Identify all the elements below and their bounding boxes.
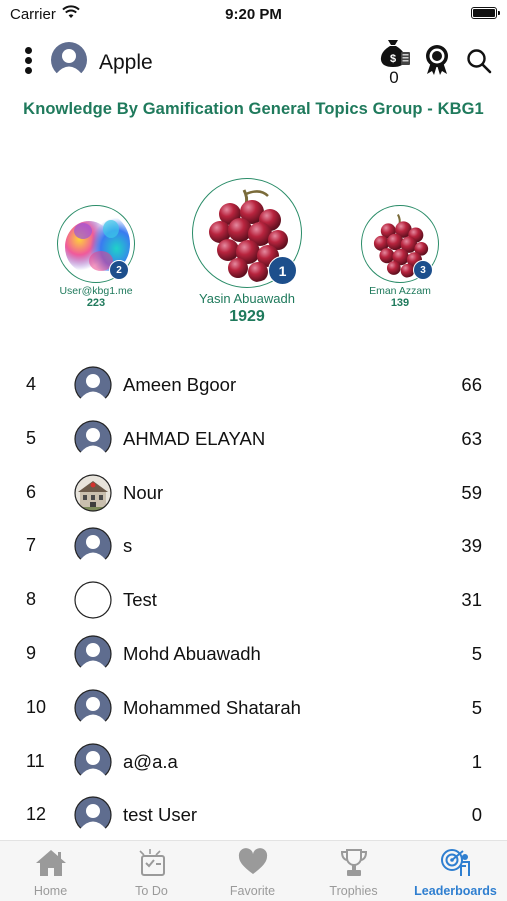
row-rank: 12 [26, 804, 47, 825]
podium-second-place[interactable]: 2 User@kbg1.me 223 [36, 205, 156, 309]
leaderboard-row[interactable]: 5 AHMAD ELAYAN 63 [0, 412, 507, 466]
person-icon [74, 796, 112, 839]
target-icon [404, 848, 507, 878]
empty-avatar [74, 581, 112, 624]
podium-name: Eman Azzam [369, 285, 431, 297]
clock: 9:20 PM [225, 6, 282, 23]
row-name: test User [123, 804, 198, 826]
tab-trophies[interactable]: Trophies [303, 841, 404, 901]
podium-score: 1929 [229, 308, 265, 325]
podium-score: 139 [390, 297, 410, 309]
award-ribbon-icon[interactable] [424, 44, 450, 81]
svg-text:$: $ [390, 53, 396, 65]
podium-name: User@kbg1.me [59, 285, 133, 297]
podium-avatar: 1 [192, 178, 302, 288]
rank-badge: 1 [268, 256, 297, 285]
row-name: Mohammed Shatarah [123, 696, 301, 718]
rank-badge: 2 [109, 260, 129, 280]
row-rank: 7 [26, 535, 37, 556]
row-name: Mohd Abuawadh [123, 642, 261, 664]
person-icon [74, 689, 112, 732]
row-rank: 6 [26, 481, 37, 502]
leaderboard-row[interactable]: 6 Nour 59 [0, 466, 507, 520]
row-rank: 5 [26, 427, 37, 448]
row-rank: 8 [26, 589, 37, 610]
todo-icon [101, 848, 202, 878]
podium-avatar: 2 [57, 205, 135, 283]
row-rank: 11 [26, 750, 45, 771]
person-icon [74, 635, 112, 678]
row-score: 31 [461, 589, 482, 611]
leaderboard-row[interactable]: 7 s 39 [0, 519, 507, 573]
row-score: 66 [461, 374, 482, 395]
row-score: 5 [471, 696, 482, 718]
home-icon [0, 848, 101, 878]
row-name: Ameen Bgoor [123, 374, 237, 395]
status-bar: Carrier 9:20 PM [0, 0, 507, 30]
row-name: Test [123, 589, 157, 611]
tab-favorite[interactable]: Favorite [202, 841, 303, 901]
person-icon [74, 527, 112, 570]
leaderboard-row[interactable]: 12 test User 0 [0, 788, 507, 842]
profile-avatar[interactable] [50, 41, 88, 84]
row-score: 63 [461, 427, 482, 449]
row-rank: 4 [26, 374, 37, 394]
more-menu-icon[interactable] [20, 45, 36, 77]
tab-bar: Home To Do Favorite Trophies Leaderboard… [0, 840, 507, 901]
leaderboard-list: 4 Ameen Bgoor 66 5 AHMAD ELAYAN 63 6 Nou… [0, 358, 507, 842]
podium-third-place[interactable]: 3 Eman Azzam 139 [340, 205, 460, 309]
row-score: 39 [461, 535, 482, 557]
row-name: AHMAD ELAYAN [123, 427, 266, 449]
tab-label: Favorite [229, 884, 276, 898]
tab-leaderboards[interactable]: Leaderboards [404, 841, 507, 901]
leaderboard-row[interactable]: 8 Test 31 [0, 573, 507, 627]
tab-home[interactable]: Home [0, 841, 101, 901]
person-icon [74, 742, 112, 786]
leaderboard-row[interactable]: 10 Mohammed Shatarah 5 [0, 681, 507, 735]
coins-count: 0 [389, 68, 399, 87]
tab-label: Home [33, 884, 68, 898]
leaderboard-row[interactable]: 4 Ameen Bgoor 66 [0, 358, 507, 412]
header: Apple $ 0 [0, 36, 507, 96]
row-score: 5 [471, 642, 482, 664]
row-name: a@a.a [123, 750, 178, 772]
row-rank: 10 [26, 696, 47, 717]
podium-score: 223 [86, 297, 106, 309]
row-name: s [123, 535, 133, 557]
row-score: 1 [471, 750, 482, 772]
podium-first-place[interactable]: 1 Yasin Abuawadh 1929 [167, 178, 327, 326]
battery-icon [471, 7, 500, 19]
person-icon [74, 366, 112, 409]
row-rank: 9 [26, 642, 37, 663]
username-label: Apple [99, 51, 153, 74]
money-bag-icon: $ [380, 40, 410, 67]
podium-name: Yasin Abuawadh [199, 291, 295, 306]
tab-label: To Do [135, 884, 168, 898]
row-score: 0 [471, 804, 482, 826]
coins-widget[interactable]: $ 0 [376, 36, 412, 87]
heart-icon [202, 848, 303, 878]
leaderboard-row[interactable]: 11 a@a.a 1 [0, 735, 507, 789]
rank-badge: 3 [413, 260, 433, 280]
leaderboard-row[interactable]: 9 Mohd Abuawadh 5 [0, 627, 507, 681]
row-name: Nour [123, 481, 164, 503]
tab-label: Leaderboards [414, 884, 497, 898]
row-score: 59 [461, 481, 482, 503]
tab-todo[interactable]: To Do [101, 841, 202, 901]
group-title: Knowledge By Gamification General Topics… [23, 100, 484, 118]
person-icon [74, 420, 112, 463]
building-photo-avatar [74, 473, 112, 517]
tab-label: Trophies [329, 884, 378, 898]
search-icon[interactable] [466, 48, 492, 79]
trophy-icon [303, 848, 404, 878]
podium-avatar: 3 [361, 205, 439, 283]
